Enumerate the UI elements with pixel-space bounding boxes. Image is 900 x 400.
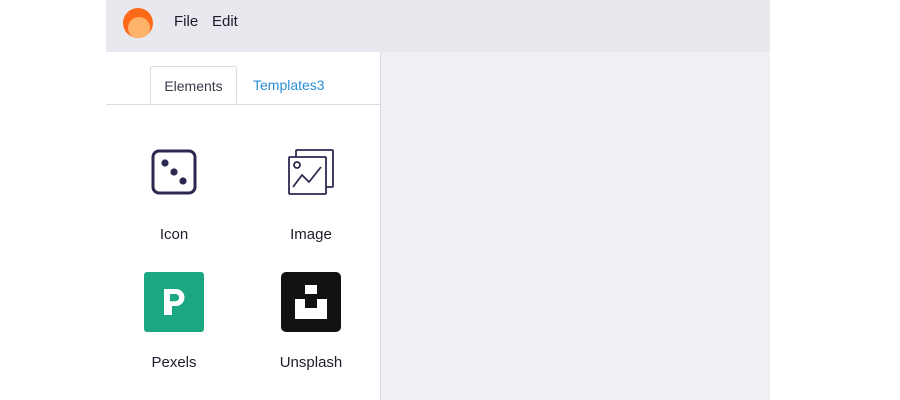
menu-edit[interactable]: Edit	[212, 14, 238, 30]
element-tile-icon[interactable]: Icon	[114, 140, 234, 250]
element-tile-image[interactable]: Image	[251, 140, 371, 250]
element-tile-label: Unsplash	[279, 354, 343, 371]
tab-templates[interactable]: Templates3	[253, 66, 325, 104]
elements-sidebar: Elements Templates3 Icon Image Pexels Un…	[106, 52, 381, 400]
element-tile-label: Icon	[159, 226, 189, 243]
element-tile-label: Image	[290, 226, 332, 243]
tabs-divider	[106, 104, 380, 105]
pexels-logo-icon	[144, 272, 204, 332]
menu-file[interactable]: File	[174, 14, 198, 30]
app-window: File Edit Elements Templates3 Icon Image…	[106, 0, 770, 400]
top-menu-bar: File Edit	[106, 0, 770, 52]
image-icon	[288, 149, 334, 195]
design-canvas[interactable]	[381, 52, 770, 400]
element-tile-unsplash[interactable]: Unsplash	[251, 268, 371, 378]
app-logo-icon[interactable]	[123, 8, 153, 38]
element-tile-pexels[interactable]: Pexels	[114, 268, 234, 378]
unsplash-logo-icon	[281, 272, 341, 332]
element-tile-label: Pexels	[151, 354, 197, 371]
tab-elements[interactable]: Elements	[150, 66, 237, 104]
dice-icon	[151, 149, 197, 195]
